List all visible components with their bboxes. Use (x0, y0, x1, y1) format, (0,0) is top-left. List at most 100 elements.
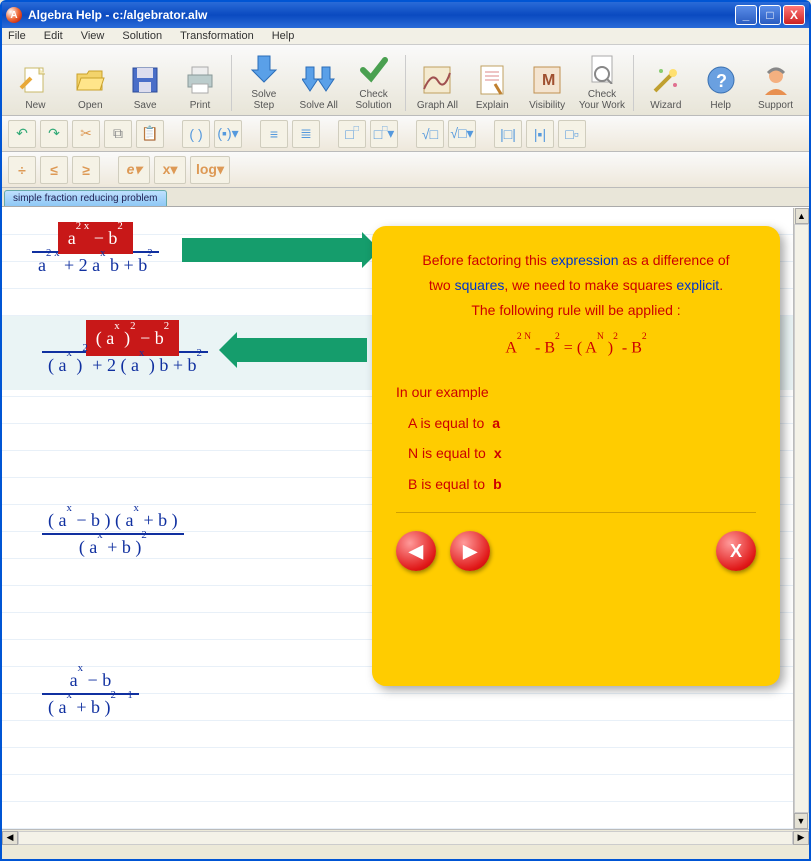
tool-wizard-label: Wizard (650, 100, 681, 111)
explain-text: Before factoring this expression as a di… (396, 248, 756, 324)
window-title: Algebra Help - c:/algebrator.alw (28, 8, 207, 22)
undo-button[interactable]: ↶ (8, 120, 36, 148)
log-button[interactable]: log▾ (190, 156, 230, 184)
paren-button[interactable]: ( ) (182, 120, 210, 148)
tool-solve-step[interactable]: Solve Step (236, 49, 291, 111)
open-icon (72, 62, 108, 98)
graph-icon (419, 62, 455, 98)
tool-check-work[interactable]: Check Your Work (575, 49, 630, 111)
help-icon: ? (703, 62, 739, 98)
tool-check-work-label: Check Your Work (579, 89, 625, 111)
prev-button[interactable]: ◀ (396, 531, 436, 571)
tool-explain-label: Explain (476, 100, 509, 111)
tool-wizard[interactable]: Wizard (638, 49, 693, 111)
print-icon (182, 62, 218, 98)
main-toolbar: New Open Save Print Solve Step Solve All… (2, 45, 809, 116)
tool-help[interactable]: ? Help (693, 49, 748, 111)
new-icon (17, 62, 53, 98)
minimize-button[interactable]: _ (735, 5, 757, 25)
menu-transformation[interactable]: Transformation (180, 30, 254, 42)
horizontal-scrollbar[interactable]: ◀ ▶ (2, 829, 809, 845)
scroll-left-button[interactable]: ◀ (2, 831, 18, 845)
check-work-icon (584, 51, 620, 87)
tool-new[interactable]: New (8, 49, 63, 111)
step-2: ..( ax )2 − b2 ( ax )2 + 2 ( ax ) b + b2 (42, 326, 208, 378)
close-button[interactable]: X (783, 5, 805, 25)
save-icon (127, 62, 163, 98)
secondary-toolbar: ↶ ↷ ✂ ⧉ 📋 ( ) (▪)▾ ≡ ≣ □□ □□▾ √□ √□▾ |□|… (2, 116, 809, 152)
worksheet-tab[interactable]: simple fraction reducing problem (4, 190, 167, 206)
tertiary-toolbar: ÷ ≤ ≥ e▾ x▾ log▾ (2, 152, 809, 188)
svg-text:M: M (542, 72, 555, 89)
abs-3-button[interactable]: □▫ (558, 120, 586, 148)
worksheet-tab-label: simple fraction reducing problem (13, 193, 158, 204)
menu-solution[interactable]: Solution (122, 30, 162, 42)
explain-panel: Before factoring this expression as a di… (372, 226, 780, 686)
align-1-button[interactable]: ≡ (260, 120, 288, 148)
explain-icon (474, 62, 510, 98)
divide-button[interactable]: ÷ (8, 156, 36, 184)
tool-save-label: Save (134, 100, 157, 111)
tool-solve-step-label: Solve Step (251, 89, 276, 111)
maximize-button[interactable]: □ (759, 5, 781, 25)
tool-graph-all[interactable]: Graph All (410, 49, 465, 111)
vertical-scrollbar[interactable]: ▲ ▼ (793, 208, 809, 829)
le-button[interactable]: ≤ (40, 156, 68, 184)
menubar: File Edit View Solution Transformation H… (2, 28, 809, 45)
tool-open[interactable]: Open (63, 49, 118, 111)
tool-support[interactable]: Support (748, 49, 803, 111)
arrow-left-icon (237, 338, 367, 362)
tool-visibility[interactable]: MVisibility (520, 49, 575, 111)
tool-open-label: Open (78, 100, 102, 111)
paste-button[interactable]: 📋 (136, 120, 164, 148)
close-explain-button[interactable]: X (716, 531, 756, 571)
menu-file[interactable]: File (8, 30, 26, 42)
scroll-up-button[interactable]: ▲ (795, 208, 809, 224)
svg-text:?: ? (716, 71, 727, 91)
arrow-right-icon (182, 238, 362, 262)
explain-rule: A2 N - B2 = ( AN )2 - B2 (396, 338, 756, 357)
scroll-right-button[interactable]: ▶ (793, 831, 809, 845)
app-icon: A (6, 7, 22, 23)
step-3: ( ax − b ) ( ax + b ) ( ax + b )2 (42, 508, 184, 560)
exp-1-button[interactable]: □□ (338, 120, 366, 148)
step-4: ax − b ( ax + b )2 − 1 (42, 668, 139, 720)
support-icon (758, 62, 794, 98)
step-1: a2 x − b2 a2 x + 2 ax b + b2 (32, 226, 159, 278)
tool-print[interactable]: Print (173, 49, 228, 111)
tool-check-solution-label: Check Solution (356, 89, 392, 111)
copy-button[interactable]: ⧉ (104, 120, 132, 148)
ge-button[interactable]: ≥ (72, 156, 100, 184)
exp-2-button[interactable]: □□▾ (370, 120, 398, 148)
root-2-button[interactable]: √□▾ (448, 120, 476, 148)
tool-graph-all-label: Graph All (417, 100, 458, 111)
tool-print-label: Print (190, 100, 211, 111)
redo-button[interactable]: ↷ (40, 120, 68, 148)
worksheet: a2 x − b2 a2 x + 2 ax b + b2 ..( ax )2 −… (2, 207, 809, 845)
hscroll-track[interactable] (18, 831, 793, 845)
bracket-button[interactable]: (▪)▾ (214, 120, 242, 148)
abs-2-button[interactable]: |▪| (526, 120, 554, 148)
tool-save[interactable]: Save (118, 49, 173, 111)
menu-edit[interactable]: Edit (44, 30, 63, 42)
root-1-button[interactable]: √□ (416, 120, 444, 148)
next-button[interactable]: ▶ (450, 531, 490, 571)
menu-help[interactable]: Help (272, 30, 295, 42)
tool-help-label: Help (710, 100, 731, 111)
scroll-down-button[interactable]: ▼ (794, 813, 808, 829)
explain-example: In our example A is equal toa N is equal… (396, 377, 756, 500)
tool-support-label: Support (758, 100, 793, 111)
tool-check-solution[interactable]: Check Solution (346, 49, 401, 111)
cut-button[interactable]: ✂ (72, 120, 100, 148)
align-2-button[interactable]: ≣ (292, 120, 320, 148)
tool-solve-all[interactable]: Solve All (291, 49, 346, 111)
solve-all-icon (301, 62, 337, 98)
tool-solve-all-label: Solve All (300, 100, 338, 111)
x-button[interactable]: x▾ (154, 156, 186, 184)
tool-explain[interactable]: Explain (465, 49, 520, 111)
vscroll-track[interactable] (794, 224, 809, 813)
menu-view[interactable]: View (81, 30, 105, 42)
e-button[interactable]: e▾ (118, 156, 150, 184)
abs-1-button[interactable]: |□| (494, 120, 522, 148)
check-solution-icon (356, 51, 392, 87)
